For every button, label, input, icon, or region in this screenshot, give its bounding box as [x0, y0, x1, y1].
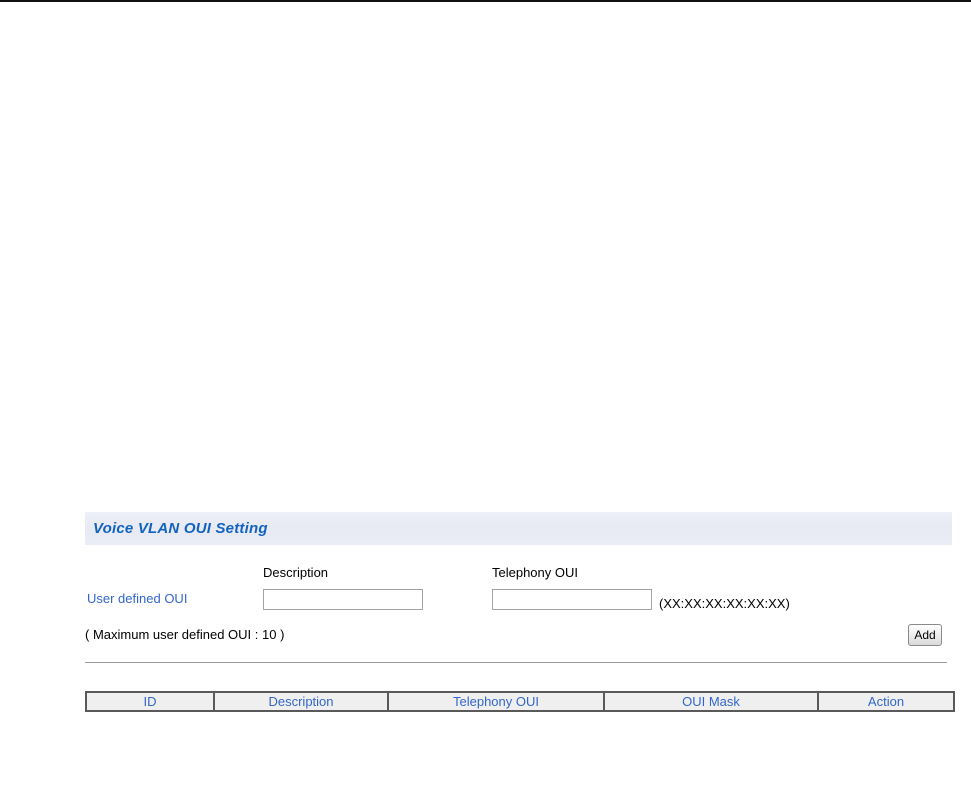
- section-title-bar: Voice VLAN OUI Setting: [85, 512, 952, 545]
- telephony-oui-column-label: Telephony OUI: [492, 565, 578, 580]
- top-border-line: [0, 0, 971, 2]
- user-defined-oui-label: User defined OUI: [87, 591, 188, 606]
- column-header-telephony-oui: Telephony OUI: [387, 691, 605, 712]
- column-header-description: Description: [213, 691, 389, 712]
- oui-format-hint: (XX:XX:XX:XX:XX:XX): [659, 596, 790, 611]
- column-header-id: ID: [85, 691, 215, 712]
- telephony-oui-input[interactable]: [492, 589, 652, 610]
- description-input[interactable]: [263, 589, 423, 610]
- column-header-action: Action: [817, 691, 955, 712]
- voice-vlan-oui-setting-page: Voice VLAN OUI Setting Description Telep…: [0, 0, 971, 800]
- description-column-label: Description: [263, 565, 329, 580]
- section-divider: [85, 662, 947, 663]
- page-title: Voice VLAN OUI Setting: [93, 520, 268, 537]
- column-header-oui-mask: OUI Mask: [603, 691, 819, 712]
- oui-table: ID Description Telephony OUI OUI Mask Ac…: [85, 691, 955, 712]
- table-header-row: ID Description Telephony OUI OUI Mask Ac…: [85, 691, 955, 712]
- add-button[interactable]: Add: [908, 624, 942, 646]
- max-oui-note: ( Maximum user defined OUI : 10 ): [85, 627, 285, 642]
